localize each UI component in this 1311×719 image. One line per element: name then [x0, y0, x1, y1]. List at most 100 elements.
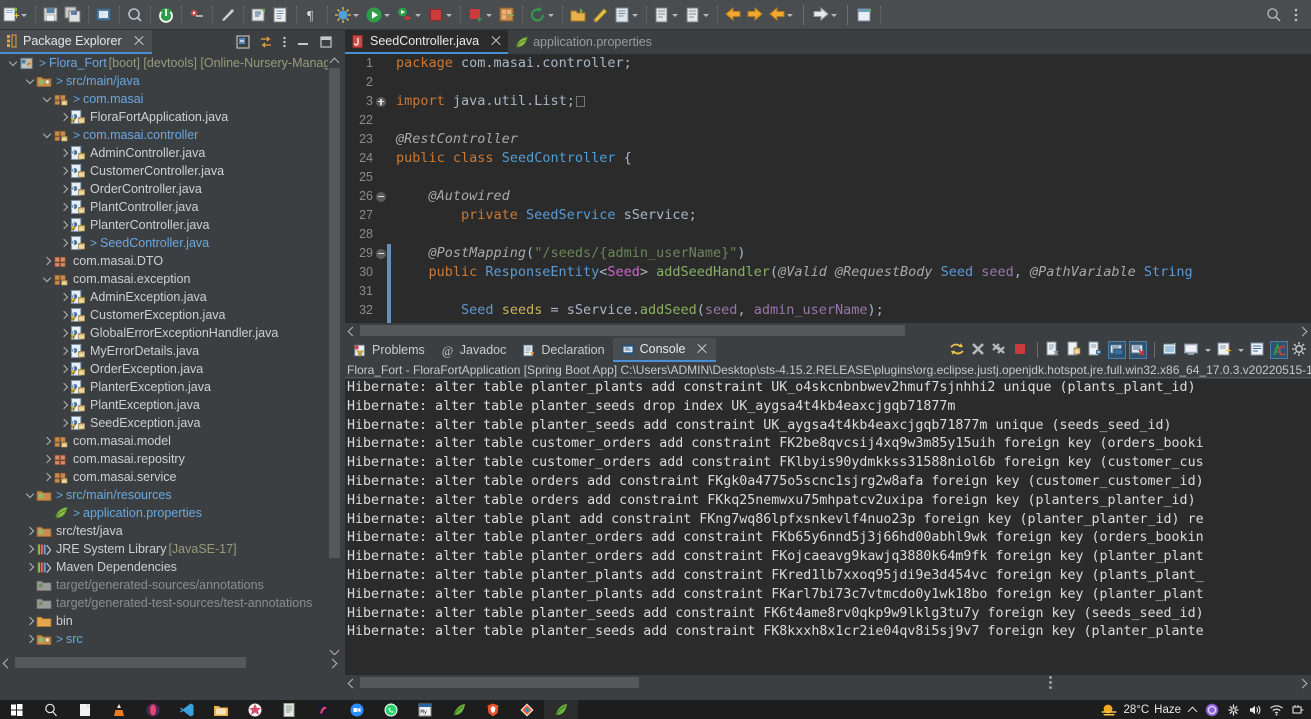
chevron-down-icon[interactable] — [1204, 341, 1213, 359]
scroll-right-icon[interactable] — [327, 655, 341, 670]
scroll-left-icon[interactable] — [345, 323, 359, 338]
print-icon[interactable] — [95, 6, 113, 24]
debug-icon[interactable] — [334, 6, 352, 24]
toolbar-button-new-wizard[interactable] — [0, 2, 31, 28]
tree-item[interactable]: > com.masai — [0, 90, 341, 108]
console-button-open-console[interactable] — [1216, 341, 1234, 359]
scroll-right-icon[interactable] — [1297, 675, 1311, 690]
tree-item[interactable]: AdminController.java — [0, 144, 341, 162]
console-button-ansi-console[interactable] — [1270, 341, 1288, 359]
collapse-all-icon[interactable] — [236, 35, 250, 49]
code-line[interactable]: 27 private SeedService sService; — [345, 206, 1311, 225]
network-icon[interactable] — [1291, 703, 1305, 717]
toolbar-button-terminate[interactable] — [425, 2, 456, 28]
toolbar-button-open-task[interactable] — [589, 2, 611, 28]
chevron-down-icon[interactable] — [40, 90, 53, 108]
search-icon[interactable] — [1265, 6, 1283, 24]
chevron-right-icon[interactable] — [23, 522, 36, 540]
tree-vertical-scrollbar[interactable] — [328, 54, 341, 658]
chevron-right-icon[interactable] — [23, 612, 36, 630]
tree-item[interactable]: MyErrorDetails.java — [0, 342, 341, 360]
code-line[interactable]: 3 import java.util.List; — [345, 92, 1311, 111]
toolbar-button-skip-breakpoints[interactable] — [217, 2, 239, 28]
console-button-word-wrap[interactable] — [1249, 341, 1267, 359]
console-button-stop[interactable] — [1012, 341, 1030, 359]
taskbar-item-file-explorer[interactable] — [204, 700, 238, 719]
spring-tool-suite-icon[interactable] — [451, 702, 467, 718]
toolbar-button-open-perspective[interactable] — [186, 2, 208, 28]
search-icon[interactable] — [43, 702, 59, 718]
code-line[interactable]: 25 — [345, 168, 1311, 187]
toolbar-button-open-type[interactable] — [567, 2, 589, 28]
remove-all-terminated-icon[interactable] — [991, 341, 1007, 357]
code-line[interactable]: 30 public ResponseEntity<Seed> addSeedHa… — [345, 263, 1311, 282]
scroll-left-icon[interactable] — [0, 655, 14, 670]
scroll-up-icon[interactable] — [328, 54, 341, 68]
tree-item[interactable]: target/generated-sources/annotations — [0, 576, 341, 594]
chevron-down-icon[interactable] — [40, 126, 53, 144]
scroll-left-icon[interactable] — [345, 675, 359, 690]
console-button-pin-console[interactable] — [1162, 341, 1180, 359]
show-console-on-output-icon[interactable] — [1087, 341, 1103, 357]
taskbar-item-opera[interactable] — [136, 700, 170, 719]
taskbar-item-mysql-workbench[interactable]: My — [408, 700, 442, 719]
run-external-tools-icon[interactable] — [396, 6, 414, 24]
display-selected-console-icon[interactable] — [1183, 341, 1199, 357]
tree-item[interactable]: target/generated-test-sources/test-annot… — [0, 594, 341, 612]
tree-item[interactable]: PlantController.java — [0, 198, 341, 216]
chevron-down-icon[interactable] — [671, 6, 680, 24]
chevron-down-icon[interactable] — [352, 6, 361, 24]
file-explorer-icon[interactable] — [213, 702, 229, 718]
code-line[interactable]: 32 Seed seeds = sService.addSeed(seed, a… — [345, 301, 1311, 320]
taskbar-item-notepad[interactable] — [272, 700, 306, 719]
browser-icon[interactable] — [315, 702, 331, 718]
console-button-clear-console[interactable] — [1045, 341, 1063, 359]
console-output[interactable]: Hibernate: alter table planter_plants ad… — [345, 379, 1311, 675]
console-horizontal-scrollbar[interactable] — [345, 675, 1311, 690]
chevron-right-icon[interactable] — [57, 180, 70, 198]
console-button-lock-scroll[interactable] — [1066, 341, 1084, 359]
open-resource-icon[interactable] — [856, 6, 874, 24]
tree-item[interactable]: AdminException.java — [0, 288, 341, 306]
next-annotation-icon[interactable] — [684, 6, 702, 24]
previous-edit-icon[interactable] — [768, 6, 786, 24]
notepad-icon[interactable] — [281, 702, 297, 718]
weather-widget[interactable]: 28°C Haze — [1100, 703, 1181, 717]
show-stderr-icon[interactable] — [1130, 342, 1146, 358]
scroll-thumb-h[interactable] — [15, 657, 246, 668]
tree-item[interactable]: JRE System Library [JavaSE-17] — [0, 540, 341, 558]
tree-item[interactable]: com.masai.exception — [0, 270, 341, 288]
chevron-right-icon[interactable] — [57, 306, 70, 324]
tree-item[interactable]: com.masai.service — [0, 468, 341, 486]
onedrive-icon[interactable] — [1226, 703, 1241, 717]
console-tab-javadoc[interactable]: @ Javadoc — [433, 338, 515, 362]
taskbar-item-task-view[interactable] — [68, 700, 102, 719]
lock-scroll-icon[interactable] — [1066, 341, 1082, 357]
opera-icon[interactable] — [145, 702, 161, 718]
scroll-thumb-h[interactable] — [360, 325, 905, 336]
chevron-down-icon[interactable] — [6, 54, 19, 72]
code-line[interactable]: 22 — [345, 111, 1311, 130]
view-menu-icon[interactable] — [282, 35, 287, 49]
task-view-icon[interactable] — [77, 702, 93, 718]
scroll-thumb-h[interactable] — [360, 677, 639, 688]
open-type-icon[interactable] — [569, 6, 587, 24]
chevron-down-icon[interactable] — [631, 6, 640, 24]
pin-console-icon[interactable] — [1162, 341, 1178, 357]
chevron-down-icon[interactable] — [20, 6, 29, 24]
editor-tab-SeedController-java[interactable]: SeedController.java — [345, 30, 509, 54]
wifi-icon[interactable] — [1269, 703, 1284, 717]
code-line[interactable]: 2 — [345, 73, 1311, 92]
fold-collapse-icon[interactable] — [376, 191, 386, 202]
toolbar-button-previous-edit[interactable] — [766, 2, 797, 28]
toolbar-button-new-spring-starter[interactable] — [496, 2, 518, 28]
new-java-class-icon[interactable] — [272, 6, 290, 24]
chevron-right-icon[interactable] — [40, 432, 53, 450]
tree-item[interactable]: com.masai.DTO — [0, 252, 341, 270]
chevron-right-icon[interactable] — [40, 252, 53, 270]
chevron-right-icon[interactable] — [57, 360, 70, 378]
console-tab-problems[interactable]: Problems — [345, 338, 433, 362]
relaunch-icon[interactable] — [949, 341, 965, 357]
console-tab-declaration[interactable]: Declaration — [514, 338, 612, 362]
chevron-right-icon[interactable] — [57, 108, 70, 126]
